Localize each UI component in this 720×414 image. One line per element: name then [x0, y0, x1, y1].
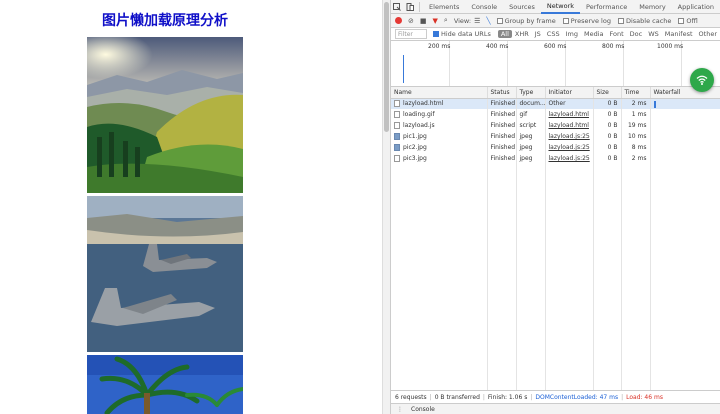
transferred-size: 0 B transferred [434, 393, 480, 401]
table-row[interactable]: loading.gif Finished gif lazyload.html 0 B… [391, 109, 720, 120]
group-by-frame-toggle[interactable]: Group by frame [496, 16, 556, 25]
checkbox-icon[interactable] [496, 17, 503, 24]
requests-empty-area [391, 164, 720, 390]
load-time: Load: 46 ms [626, 393, 663, 401]
page-title: 图片懒加载原理分析 [102, 13, 228, 29]
document-icon [394, 122, 400, 129]
capture-screenshots-icon[interactable]: ■ [420, 17, 427, 25]
table-row[interactable]: pic1.jpg Finished jpeg lazyload.js:25 0 B … [391, 131, 720, 142]
type-filter-all[interactable]: All [497, 30, 512, 38]
document-icon [394, 111, 400, 118]
inspect-element-icon[interactable] [391, 0, 404, 14]
filter-icon[interactable]: ▼ [433, 17, 438, 25]
waterfall-bar [653, 100, 656, 108]
devtools-tabbar: Elements Console Sources Network Perform… [391, 0, 720, 14]
tab-sources[interactable]: Sources [503, 0, 541, 14]
tab-console[interactable]: Console [465, 0, 503, 14]
offline-toggle[interactable]: Offl [678, 16, 698, 25]
table-row[interactable]: pic2.jpg Finished jpeg lazyload.js:25 0 B … [391, 142, 720, 153]
table-row[interactable]: lazyload.js Finished script lazyload.html… [391, 120, 720, 131]
checkbox-checked-icon[interactable] [432, 31, 439, 37]
document-icon [394, 155, 400, 162]
type-filter-other[interactable]: Other [696, 30, 720, 38]
large-rows-icon[interactable]: ☰ [474, 17, 480, 25]
dom-content-loaded: DOMContentLoaded: 47 ms [535, 393, 619, 401]
tab-elements[interactable]: Elements [423, 0, 465, 14]
tab-performance[interactable]: Performance [580, 0, 633, 14]
record-icon[interactable] [395, 17, 402, 24]
wifi-icon [696, 75, 708, 85]
filter-input[interactable]: Filter [395, 29, 427, 39]
filter-bar: Filter Hide data URLs All XHR JS CSS Img… [391, 28, 720, 41]
clear-icon[interactable]: ⊘ [408, 17, 414, 25]
device-toolbar-icon[interactable] [404, 0, 417, 14]
type-filter-xhr[interactable]: XHR [512, 30, 532, 38]
network-toolbar: ⊘ ■ ▼ ⌕ View: ☰ ╲ Group by frame Preserv… [391, 14, 720, 28]
preserve-log-toggle[interactable]: Preserve log [562, 16, 611, 25]
overview-activity-bar [403, 55, 404, 83]
table-row[interactable]: pic3.jpg Finished jpeg lazyload.js:25 0 B … [391, 153, 720, 164]
type-filter-img[interactable]: Img [563, 30, 581, 38]
wifi-float-button[interactable] [690, 68, 714, 92]
type-filter-js[interactable]: JS [532, 30, 544, 38]
hide-data-urls-label: Hide data URLs [440, 30, 491, 38]
col-status[interactable]: Status [487, 87, 517, 99]
overview-tick: 800 ms [602, 43, 625, 50]
group-by-frame-label: Group by frame [504, 16, 556, 25]
disable-cache-toggle[interactable]: Disable cache [617, 16, 672, 25]
checkbox-icon[interactable] [617, 17, 624, 24]
more-icon[interactable]: ⋮ [397, 406, 403, 413]
overview-tick: 400 ms [486, 43, 509, 50]
fighter-jets-image [87, 196, 243, 352]
offline-label: Offl [686, 16, 698, 25]
col-size[interactable]: Size [593, 87, 622, 99]
type-filter-manifest[interactable]: Manifest [662, 30, 696, 38]
divider [419, 1, 421, 12]
drawer-tab-console[interactable]: Console [411, 406, 435, 413]
col-type[interactable]: Type [516, 87, 546, 99]
finish-time: Finish: 1.06 s [487, 393, 528, 401]
tab-network[interactable]: Network [540, 0, 581, 14]
request-count: 6 requests [395, 393, 427, 401]
network-status-bar: 6 requests | 0 B transferred | Finish: 1.0… [391, 390, 720, 403]
type-filter-font[interactable]: Font [607, 30, 627, 38]
console-drawer[interactable]: ⋮ Console [391, 403, 720, 414]
table-row[interactable]: lazyload.html Finished docum... Other 0 B … [391, 98, 720, 109]
overview-tick: 200 ms [428, 43, 451, 50]
col-initiator[interactable]: Initiator [545, 87, 594, 99]
search-icon[interactable]: ⌕ [444, 16, 448, 25]
overview-tick: 600 ms [544, 43, 567, 50]
checkbox-icon[interactable] [678, 17, 685, 24]
landscape-image [87, 37, 243, 193]
view-label: View: [453, 16, 472, 25]
document-icon [394, 100, 400, 108]
page-scrollbar[interactable] [382, 0, 390, 414]
page-scrollbar-thumb[interactable] [384, 2, 389, 132]
checkbox-icon[interactable] [562, 17, 569, 24]
page-viewport: 图片懒加载原理分析 [0, 0, 382, 414]
type-filter-css[interactable]: CSS [544, 30, 563, 38]
tab-memory[interactable]: Memory [633, 0, 671, 14]
image-file-icon [394, 144, 400, 151]
col-name[interactable]: Name [391, 87, 488, 99]
requests-table: Name Status Type Initiator Size Time Wat… [391, 87, 720, 164]
palm-tree-image [87, 355, 243, 414]
devtools-panel: Elements Console Sources Network Perform… [390, 0, 720, 414]
image-file-icon [394, 133, 400, 140]
col-time[interactable]: Time [621, 87, 651, 99]
disable-cache-label: Disable cache [625, 16, 672, 25]
hide-data-urls-toggle[interactable]: Hide data URLs [432, 30, 491, 38]
overview-tick: 1000 ms [657, 43, 684, 50]
tab-application[interactable]: Application [672, 0, 720, 14]
type-filter-media[interactable]: Media [581, 30, 607, 38]
network-overview[interactable]: 200 ms 400 ms 600 ms 800 ms 1000 ms [391, 41, 720, 87]
waterfall-view-icon[interactable]: ╲ [486, 17, 490, 25]
type-filter-doc[interactable]: Doc [627, 30, 646, 38]
preserve-log-label: Preserve log [570, 16, 611, 25]
table-header: Name Status Type Initiator Size Time Wat… [391, 87, 720, 99]
type-filter-ws[interactable]: WS [645, 30, 662, 38]
